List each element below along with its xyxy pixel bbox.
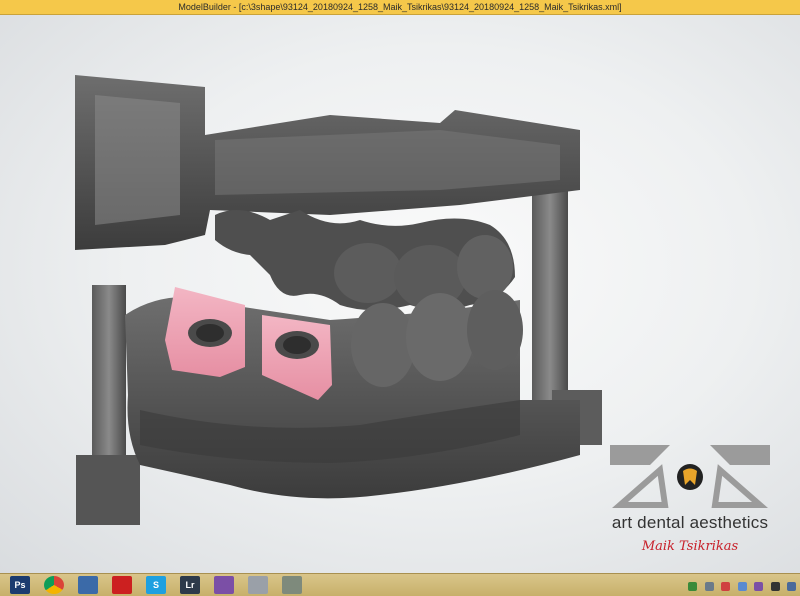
logo-brand-text: art dental aesthetics bbox=[611, 513, 769, 532]
taskbar-photoshop-icon[interactable]: Ps bbox=[10, 576, 30, 594]
articulator-post-left bbox=[92, 285, 126, 475]
taskbar: Ps S Lr bbox=[0, 573, 800, 596]
brand-logo: art dental aesthetics Maik Tsikrikas bbox=[590, 435, 790, 565]
taskbar-thunderbird-icon[interactable] bbox=[78, 576, 98, 594]
tray-icon[interactable] bbox=[754, 582, 764, 591]
taskbar-red-app-icon[interactable] bbox=[112, 576, 132, 594]
tray-icon[interactable] bbox=[721, 582, 731, 591]
taskbar-viber-icon[interactable] bbox=[214, 576, 234, 594]
tray-icon[interactable] bbox=[688, 582, 698, 591]
tray-icon[interactable] bbox=[737, 582, 747, 591]
3d-viewport[interactable]: art dental aesthetics Maik Tsikrikas bbox=[0, 15, 800, 573]
system-tray[interactable] bbox=[685, 578, 796, 592]
lower-tooth bbox=[351, 303, 415, 387]
window-title: ModelBuilder - [c:\3shape\93124_20180924… bbox=[0, 0, 800, 15]
tray-icon[interactable] bbox=[770, 582, 780, 591]
taskbar-skype-icon[interactable]: S bbox=[146, 576, 166, 594]
logo-signature: Maik Tsikrikas bbox=[641, 539, 739, 554]
taskbar-modelbuilder-icon[interactable] bbox=[282, 576, 302, 594]
tray-icon[interactable] bbox=[787, 582, 796, 591]
taskbar-lightroom-icon[interactable]: Lr bbox=[180, 576, 200, 594]
tray-icon[interactable] bbox=[704, 582, 714, 591]
logo-emblem bbox=[610, 445, 770, 508]
taskbar-network-icon[interactable] bbox=[248, 576, 268, 594]
taskbar-chrome-icon[interactable] bbox=[44, 576, 64, 594]
